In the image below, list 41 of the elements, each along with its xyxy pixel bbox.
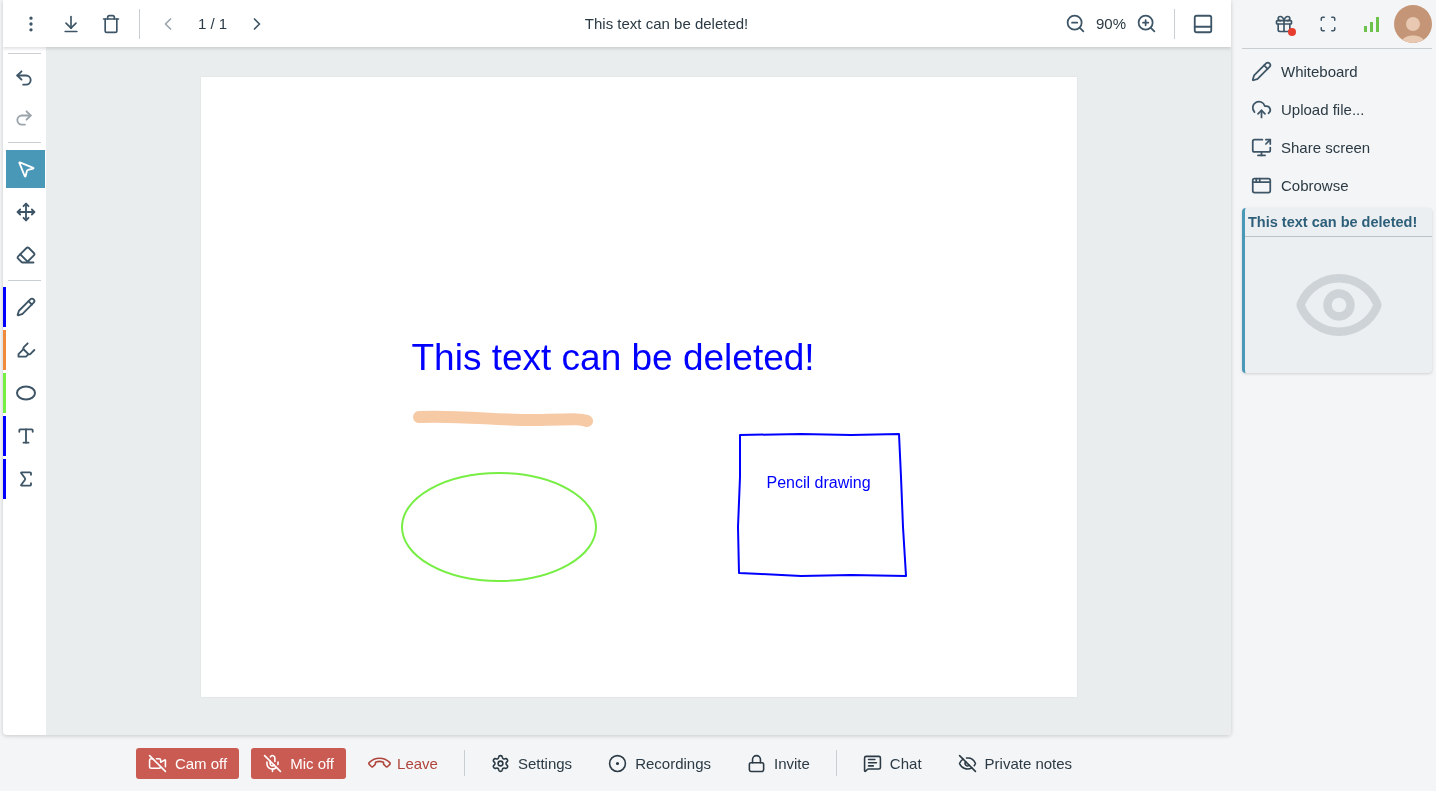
avatar (1394, 5, 1432, 43)
sidebar-menu-item[interactable]: Whiteboard (1242, 52, 1432, 90)
settings-icon (490, 753, 510, 773)
drawing-label: Pencil drawing (766, 474, 871, 492)
document-title: This text can be deleted! (583, 15, 750, 32)
zoom-level: 90% (1095, 15, 1126, 32)
move-icon (15, 201, 36, 222)
pointer-icon (15, 158, 36, 179)
sidebar-menu-item[interactable]: Share screen (1242, 128, 1432, 166)
sidebar-menu-item[interactable]: Upload file... (1242, 90, 1432, 128)
call-control-button[interactable]: Mic off (251, 747, 347, 779)
tool-button[interactable] (6, 149, 45, 188)
call-control-button[interactable]: Recordings (596, 747, 723, 779)
call-control-button[interactable]: Cam off (135, 747, 240, 779)
canvas-text: This text can be deleted! (411, 337, 815, 379)
page-title: This text can be deleted! (1245, 208, 1432, 237)
signal-icon (1363, 16, 1381, 32)
pencil-icon (15, 296, 36, 317)
mic-off-icon (263, 753, 283, 773)
page-thumbnail-card[interactable]: This text can be deleted! (1242, 208, 1432, 373)
pencil-icon (1251, 60, 1272, 82)
eye-off-icon (957, 753, 977, 773)
gift-icon (1274, 14, 1294, 34)
eraser-icon (15, 244, 36, 265)
call-control-button[interactable]: Invite (735, 747, 822, 779)
redo-icon (14, 108, 34, 128)
cloud-upload-icon (1251, 98, 1272, 120)
share-screen-icon (1251, 136, 1272, 158)
page-indicator: 1 / 1 (198, 15, 228, 32)
highlighter-icon (15, 339, 36, 360)
sidebar-menu-item[interactable]: Cobrowse (1242, 166, 1432, 204)
lock-icon (747, 753, 766, 773)
undo-icon (14, 68, 34, 88)
call-control-button[interactable]: Private notes (945, 747, 1085, 779)
call-control-button[interactable]: Leave (358, 747, 450, 779)
text-icon (15, 425, 36, 446)
camera-off-icon (147, 753, 167, 773)
record-icon (608, 753, 628, 773)
chat-icon (862, 753, 882, 773)
call-control-button[interactable]: Settings (478, 747, 585, 779)
call-control-button[interactable]: Chat (850, 747, 934, 779)
